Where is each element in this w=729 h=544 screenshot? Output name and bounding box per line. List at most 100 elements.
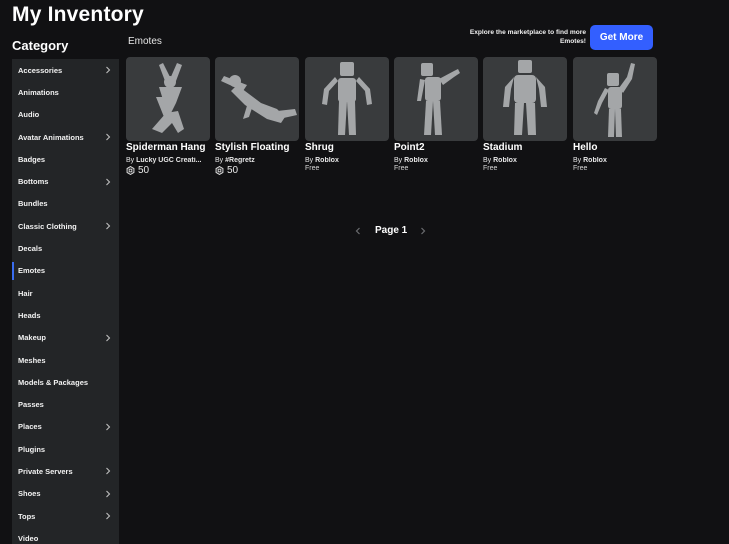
item-price: Free (305, 165, 320, 172)
item-thumbnail[interactable] (126, 57, 210, 141)
sidebar-item-label: Classic Clothing (18, 221, 77, 231)
sidebar-item-label: Models & Packages (18, 377, 89, 387)
chevron-right-icon (106, 222, 111, 230)
item-name[interactable]: Shrug (305, 142, 389, 154)
item-price: 50 (126, 165, 210, 176)
sidebar-item-shoes[interactable]: Shoes (12, 483, 119, 505)
chevron-right-icon (106, 490, 111, 498)
sidebar-item-places[interactable]: Places (12, 416, 119, 438)
sidebar-item-models-packages[interactable]: Models & Packages (12, 371, 119, 393)
sidebar-item-tops[interactable]: Tops (12, 505, 119, 527)
robux-amount: 50 (227, 165, 239, 176)
sidebar-item-label: Private Servers (18, 466, 73, 476)
sidebar-item-bundles[interactable]: Bundles (12, 193, 119, 215)
page-label: Page 1 (375, 225, 408, 236)
item-card[interactable]: Stylish Floating By #Regretz 50 (215, 57, 299, 176)
sidebar-item-passes[interactable]: Passes (12, 393, 119, 415)
chevron-left-icon[interactable] (353, 226, 363, 236)
sidebar-item-label: Meshes (18, 355, 46, 365)
category-title: Category (12, 38, 69, 53)
sidebar-item-label: Avatar Animations (18, 132, 84, 142)
item-thumbnail[interactable] (483, 57, 567, 141)
sidebar-item-private-servers[interactable]: Private Servers (12, 460, 119, 482)
creator-name[interactable]: Roblox (404, 157, 428, 164)
item-card[interactable]: Hello By Roblox Free (573, 57, 657, 172)
wave-icon (594, 63, 635, 137)
item-price: Free (573, 165, 588, 172)
sidebar-item-animations[interactable]: Animations (12, 81, 119, 103)
sidebar-item-makeup[interactable]: Makeup (12, 327, 119, 349)
sidebar-item-label: Tops (18, 511, 36, 521)
sidebar-item-accessories[interactable]: Accessories (12, 59, 119, 81)
item-creator: By Roblox (394, 157, 478, 164)
sidebar-item-label: Bottoms (18, 177, 49, 187)
chevron-right-icon (106, 66, 111, 74)
item-card[interactable]: Spiderman Hang By Lucky UGC Creati... 50 (126, 57, 210, 176)
creator-name[interactable]: Roblox (315, 157, 339, 164)
item-name[interactable]: Stylish Floating (215, 142, 299, 154)
sidebar-item-audio[interactable]: Audio (12, 104, 119, 126)
sidebar-item-hair[interactable]: Hair (12, 282, 119, 304)
creator-name[interactable]: Roblox (583, 157, 607, 164)
item-thumbnail[interactable] (305, 57, 389, 141)
section-title: Emotes (128, 36, 162, 47)
sidebar-item-classic-clothing[interactable]: Classic Clothing (12, 215, 119, 237)
sidebar-item-emotes[interactable]: Emotes (12, 260, 119, 282)
robux-icon (215, 166, 224, 175)
chevron-right-icon (106, 468, 111, 475)
sidebar-item-plugins[interactable]: Plugins (12, 438, 119, 460)
sidebar-item-avatar-animations[interactable]: Avatar Animations (12, 126, 119, 148)
chevron-right-icon (106, 512, 111, 520)
sidebar-item-badges[interactable]: Badges (12, 148, 119, 170)
sidebar-item-label: Accessories (18, 65, 63, 75)
sidebar-item-label: Heads (18, 310, 41, 320)
sidebar-item-label: Video (18, 533, 39, 543)
sidebar-item-heads[interactable]: Heads (12, 304, 119, 326)
item-name[interactable]: Spiderman Hang (126, 142, 210, 154)
item-creator: By #Regretz (215, 157, 299, 164)
chevron-right-icon (106, 334, 111, 342)
chevron-right-icon (106, 178, 111, 186)
item-card[interactable]: Point2 By Roblox Free (394, 57, 478, 172)
item-creator: By Lucky UGC Creati... (126, 157, 210, 164)
sidebar-item-label: Hair (18, 288, 33, 298)
sidebar-item-label: Decals (18, 244, 43, 254)
item-creator: By Roblox (305, 157, 389, 164)
by-prefix: By (126, 157, 135, 164)
sidebar-item-label: Places (18, 422, 42, 432)
item-thumbnail[interactable] (573, 57, 657, 141)
item-card[interactable]: Shrug By Roblox Free (305, 57, 389, 172)
sidebar-item-label: Audio (18, 110, 40, 120)
sidebar-item-meshes[interactable]: Meshes (12, 349, 119, 371)
chevron-right-icon (106, 133, 111, 141)
sidebar-item-label: Badges (18, 154, 46, 164)
creator-name[interactable]: Lucky UGC Creati... (136, 157, 201, 164)
get-more-button[interactable]: Get More (590, 25, 653, 50)
sidebar-item-decals[interactable]: Decals (12, 237, 119, 259)
shrug-icon (322, 62, 372, 135)
item-price: Free (483, 165, 498, 172)
by-prefix: By (215, 157, 224, 164)
by-prefix: By (305, 157, 314, 164)
stylish-floating-icon (221, 75, 297, 123)
sidebar-item-label: Plugins (18, 444, 46, 454)
creator-name[interactable]: Roblox (493, 157, 517, 164)
item-card[interactable]: Stadium By Roblox Free (483, 57, 567, 172)
sidebar-item-label: Shoes (18, 489, 41, 499)
item-creator: By Roblox (573, 157, 657, 164)
creator-name[interactable]: #Regretz (225, 157, 255, 164)
sidebar-item-label: Bundles (18, 199, 48, 209)
sidebar-item-video[interactable]: Video (12, 527, 119, 544)
chevron-right-icon[interactable] (418, 226, 428, 236)
chevron-right-icon (106, 423, 111, 431)
item-name[interactable]: Hello (573, 142, 657, 154)
item-name[interactable]: Stadium (483, 142, 567, 154)
sidebar-item-label: Emotes (18, 266, 46, 276)
item-name[interactable]: Point2 (394, 142, 478, 154)
promo-text: Explore the marketplace to find more Emo… (469, 29, 586, 45)
pagination: Page 1 (350, 224, 434, 238)
sidebar-item-bottoms[interactable]: Bottoms (12, 170, 119, 192)
stadium-icon (503, 60, 547, 135)
item-thumbnail[interactable] (394, 57, 478, 141)
item-thumbnail[interactable] (215, 57, 299, 141)
